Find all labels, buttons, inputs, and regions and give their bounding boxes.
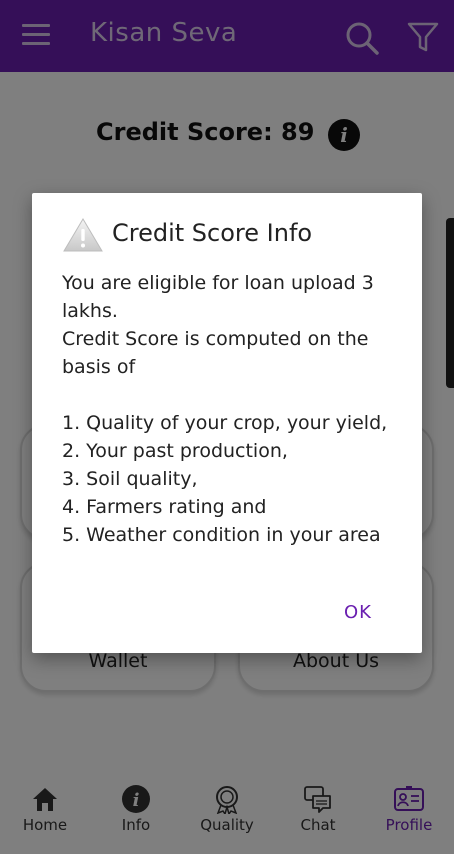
ok-button[interactable]: OK xyxy=(344,602,372,623)
dialog-line: 3. Soil quality, xyxy=(62,468,198,490)
warning-icon xyxy=(63,218,103,252)
dialog-line: 4. Farmers rating and xyxy=(62,496,267,518)
dialog-line: You are eligible for loan upload 3 lakhs… xyxy=(62,272,374,322)
dialog-title: Credit Score Info xyxy=(112,219,313,247)
dialog-line: Credit Score is computed on the basis of xyxy=(62,328,369,378)
dialog-line: 2. Your past production, xyxy=(62,440,288,462)
dialog-line: 1. Quality of your crop, your yield, xyxy=(62,412,388,434)
credit-score-dialog: Credit Score Info You are eligible for l… xyxy=(32,193,422,653)
dialog-line: 5. Weather condition in your area xyxy=(62,524,381,546)
dialog-message: You are eligible for loan upload 3 lakhs… xyxy=(62,269,402,549)
